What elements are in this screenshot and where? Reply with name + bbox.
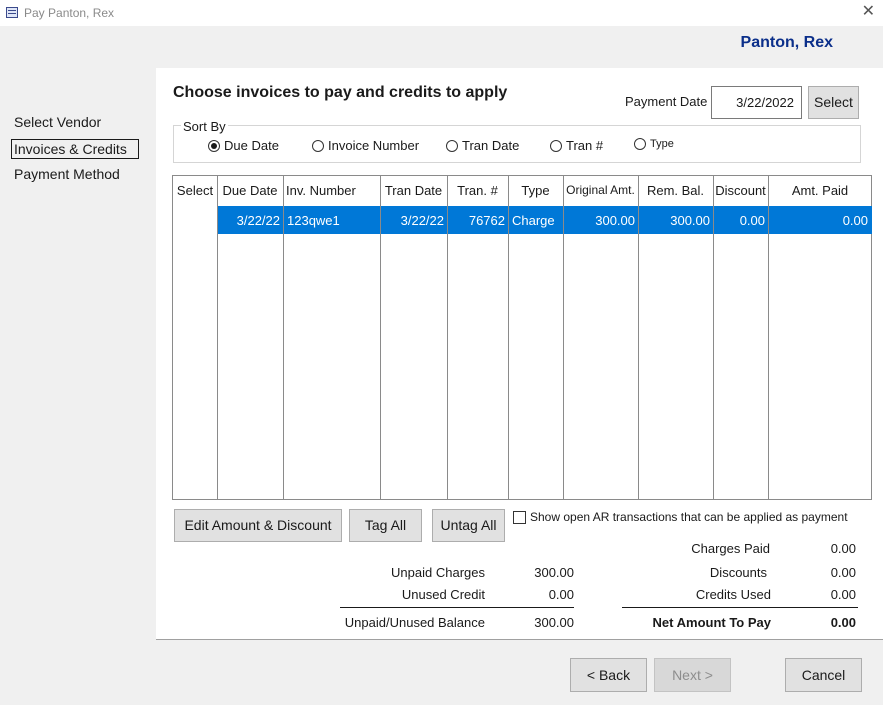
cell-due-date: 3/22/22 [236, 213, 280, 228]
column-header-inv-number[interactable]: Inv. Number [286, 183, 380, 198]
sort-option-invoice-number[interactable]: Invoice Number [312, 138, 419, 153]
summary-divider [622, 607, 858, 608]
next-button[interactable]: Next > [654, 658, 731, 692]
select-date-button[interactable]: Select [808, 86, 859, 119]
payment-date-input[interactable]: 3/22/2022 [711, 86, 802, 119]
vendor-name: Panton, Rex [740, 34, 833, 51]
radio-icon [312, 139, 324, 152]
show-open-ar-option[interactable]: Show open AR transactions that can be ap… [513, 510, 848, 524]
cell-amt-paid: 0.00 [842, 213, 868, 228]
sort-option-tran-date[interactable]: Tran Date [446, 138, 519, 153]
nav-item-select-vendor[interactable]: Select Vendor [14, 114, 101, 130]
column-divider [508, 176, 509, 499]
credits-used-label: Credits Used [695, 587, 771, 602]
untag-all-button[interactable]: Untag All [432, 509, 505, 542]
sort-option-label: Due Date [224, 138, 279, 153]
column-header-rem-bal[interactable]: Rem. Bal. [638, 183, 713, 198]
payment-date-label: Payment Date [625, 94, 708, 109]
unpaid-charges-value: 300.00 [534, 565, 574, 580]
column-header-amt-paid[interactable]: Amt. Paid [768, 183, 872, 198]
sort-by-label: Sort By [181, 119, 228, 134]
charges-paid-label: Charges Paid [691, 541, 770, 556]
cell-tran-date: 3/22/22 [400, 213, 444, 228]
cell-inv-number: 123qwe1 [287, 213, 340, 228]
radio-icon [634, 138, 646, 150]
cell-discount: 0.00 [739, 213, 765, 228]
page-heading: Choose invoices to pay and credits to ap… [173, 84, 508, 101]
sort-option-label: Type [650, 138, 674, 150]
window-title: Pay Panton, Rex [24, 6, 115, 20]
column-header-tran-date[interactable]: Tran Date [380, 183, 447, 198]
radio-selected-icon [208, 139, 220, 152]
sort-option-label: Tran Date [462, 138, 520, 153]
nav-item-payment-method[interactable]: Payment Method [14, 166, 120, 182]
column-header-due-date[interactable]: Due Date [217, 183, 283, 198]
discounts-label: Discounts [709, 565, 767, 580]
unused-credit-value: 0.00 [548, 587, 574, 602]
unpaid-charges-label: Unpaid Charges [391, 565, 485, 580]
cell-tran-number: 76762 [468, 213, 505, 228]
column-header-tran-number[interactable]: Tran. # [447, 183, 508, 198]
sort-option-tran-number[interactable]: Tran # [550, 138, 603, 153]
checkbox-icon[interactable] [513, 510, 526, 524]
sort-option-label: Tran # [566, 138, 604, 153]
tag-all-button[interactable]: Tag All [349, 509, 422, 542]
nav-item-invoices-credits[interactable]: Invoices & Credits [11, 139, 139, 159]
balance-value: 300.00 [534, 615, 574, 630]
credits-used-value: 0.00 [830, 587, 856, 602]
column-header-original-amt[interactable]: Original Amt. [563, 183, 638, 197]
title-bar: Pay Panton, Rex ✕ [0, 0, 883, 26]
unused-credit-label: Unused Credit [401, 587, 485, 602]
show-open-ar-label: Show open AR transactions that can be ap… [530, 510, 848, 524]
back-button[interactable]: < Back [570, 658, 647, 692]
invoice-grid[interactable]: Select Due Date Inv. Number Tran Date Tr… [172, 175, 872, 500]
column-header-type[interactable]: Type [508, 183, 563, 198]
net-amount-value: 0.00 [830, 615, 856, 630]
app-window-icon [6, 7, 18, 18]
sort-option-label: Invoice Number [328, 138, 420, 153]
sort-option-type[interactable]: Type [634, 138, 674, 150]
column-header-discount[interactable]: Discount [713, 183, 768, 198]
charges-paid-value: 0.00 [830, 541, 856, 556]
net-amount-label: Net Amount To Pay [652, 615, 771, 630]
summary-divider [340, 607, 574, 608]
edit-amount-discount-button[interactable]: Edit Amount & Discount [174, 509, 342, 542]
cell-rem-bal: 300.00 [670, 213, 710, 228]
balance-label: Unpaid/Unused Balance [344, 615, 485, 630]
close-icon[interactable]: ✕ [862, 3, 875, 21]
discounts-value: 0.00 [830, 565, 856, 580]
column-divider [283, 176, 284, 499]
radio-icon [550, 139, 562, 152]
radio-icon [446, 139, 458, 152]
cell-type: Charge [512, 213, 555, 228]
column-header-select[interactable]: Select [173, 183, 217, 198]
cancel-button[interactable]: Cancel [785, 658, 862, 692]
cell-original-amt: 300.00 [595, 213, 635, 228]
sort-option-due-date[interactable]: Due Date [208, 138, 279, 153]
